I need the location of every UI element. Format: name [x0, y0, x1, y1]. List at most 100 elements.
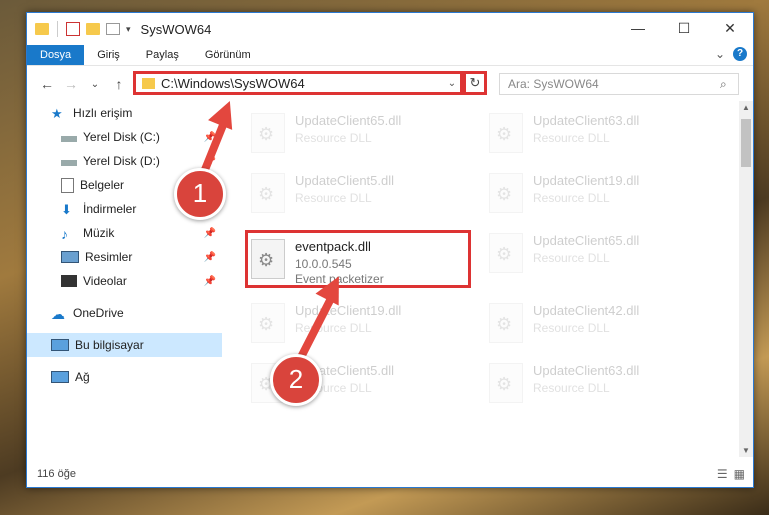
nav-item-videos[interactable]: Videolar 📌	[27, 269, 222, 293]
address-path[interactable]: C:\Windows\SysWOW64	[161, 76, 444, 91]
window-controls: — ☐ ✕	[615, 13, 753, 43]
ribbon-expand-icon[interactable]: ⌄	[715, 47, 725, 61]
tab-view[interactable]: Görünüm	[192, 45, 264, 65]
navigation-bar: ← → ⌄ ↑ C:\Windows\SysWOW64 ⌄ ↻ Ara: Sys…	[27, 66, 753, 102]
file-tile[interactable]: UpdateClient19.dll Resource DLL	[247, 299, 467, 349]
file-name: UpdateClient63.dll	[533, 113, 640, 128]
nav-item-label: Müzik	[83, 226, 115, 240]
address-dropdown-icon[interactable]: ⌄	[444, 78, 460, 89]
pin-icon: 📌	[203, 227, 216, 239]
scrollbar-thumb[interactable]	[741, 119, 751, 167]
computer-icon	[51, 339, 69, 351]
file-tile[interactable]: UpdateClient65.dll Resource DLL	[247, 109, 467, 159]
close-button[interactable]: ✕	[707, 13, 753, 43]
drive-icon	[61, 136, 77, 142]
file-tile[interactable]: UpdateClient63.dll Resource DLL	[485, 109, 705, 159]
step-badge-1: 1	[174, 168, 226, 220]
large-icons-view-icon[interactable]: ▦	[734, 467, 745, 481]
dll-file-icon	[489, 113, 523, 153]
navigation-pane: ★ Hızlı erişim Yerel Disk (C:) 📌 Yerel D…	[27, 101, 222, 457]
ribbon-tabs: Dosya Giriş Paylaş Görünüm ⌄ ?	[27, 45, 753, 66]
details-view-icon[interactable]: ☰	[717, 467, 728, 481]
view-switcher: ☰ ▦	[717, 467, 745, 481]
tab-share[interactable]: Paylaş	[133, 45, 192, 65]
document-icon	[61, 177, 74, 193]
customize-toolbar-icon[interactable]	[106, 23, 120, 35]
dll-file-icon	[489, 173, 523, 213]
toolbar-dropdown-icon[interactable]: ▾	[126, 24, 131, 35]
nav-item-label: Resimler	[85, 250, 133, 264]
file-type: Resource DLL	[295, 131, 372, 145]
file-type: Resource DLL	[533, 321, 610, 335]
file-name: UpdateClient63.dll	[533, 363, 640, 378]
download-icon: ⬇	[61, 202, 72, 217]
nav-item-this-pc[interactable]: Bu bilgisayar	[27, 333, 222, 357]
file-name: UpdateClient19.dll	[295, 303, 402, 318]
network-icon	[51, 371, 69, 383]
nav-item-pictures[interactable]: Resimler 📌	[27, 245, 222, 269]
scroll-up-icon[interactable]: ▲	[739, 103, 753, 112]
nav-item-label: Yerel Disk (C:)	[83, 130, 160, 144]
file-type: Resource DLL	[533, 131, 610, 145]
scroll-down-icon[interactable]: ▼	[739, 446, 753, 455]
picture-icon	[61, 251, 79, 263]
help-icon[interactable]: ?	[733, 47, 747, 61]
properties-icon[interactable]	[66, 22, 80, 36]
file-type: Resource DLL	[295, 191, 372, 205]
separator	[57, 21, 58, 37]
recent-locations-icon[interactable]: ⌄	[85, 79, 105, 90]
eventpack-highlight-box	[245, 230, 471, 288]
explorer-window: ▾ SysWOW64 — ☐ ✕ Dosya Giriş Paylaş Görü…	[26, 12, 754, 488]
cloud-icon: ☁	[51, 306, 65, 322]
item-count: 116 öğe	[37, 468, 76, 480]
quick-access-toolbar: ▾	[27, 21, 131, 37]
back-button[interactable]: ←	[37, 76, 57, 92]
title-bar: ▾ SysWOW64 — ☐ ✕	[27, 13, 753, 45]
nav-item-label: Bu bilgisayar	[75, 338, 144, 352]
file-name: UpdateClient65.dll	[295, 113, 402, 128]
nav-item-label: Videolar	[83, 274, 127, 288]
tab-home[interactable]: Giriş	[84, 45, 133, 65]
refresh-button[interactable]: ↻	[463, 71, 487, 95]
file-tile[interactable]: UpdateClient42.dll Resource DLL	[485, 299, 705, 349]
address-bar[interactable]: C:\Windows\SysWOW64 ⌄	[133, 71, 463, 95]
nav-item-local-disk-c[interactable]: Yerel Disk (C:) 📌	[27, 125, 222, 149]
tab-file[interactable]: Dosya	[27, 45, 85, 65]
nav-item-quick-access[interactable]: ★ Hızlı erişim	[27, 101, 222, 125]
music-icon: ♪	[61, 226, 68, 242]
video-icon	[61, 275, 77, 287]
dll-file-icon	[489, 233, 523, 273]
dll-file-icon	[489, 303, 523, 343]
ribbon-controls: ⌄ ?	[715, 47, 747, 61]
dll-file-icon	[251, 113, 285, 153]
file-tile[interactable]: UpdateClient63.dll Resource DLL	[485, 359, 705, 409]
new-folder-icon[interactable]	[86, 23, 100, 35]
nav-item-music[interactable]: ♪ Müzik 📌	[27, 221, 222, 245]
window-title: SysWOW64	[140, 21, 212, 37]
status-bar: 116 öğe ☰ ▦	[27, 461, 753, 487]
up-button[interactable]: ↑	[109, 76, 129, 92]
forward-button[interactable]: →	[61, 76, 81, 92]
nav-item-label: Yerel Disk (D:)	[83, 154, 160, 168]
file-type: Resource DLL	[533, 381, 610, 395]
pin-icon: 📌	[203, 275, 216, 287]
drive-icon	[61, 160, 77, 166]
nav-item-label: Belgeler	[80, 178, 125, 192]
pin-icon: 📌	[203, 251, 216, 263]
step-badge-2: 2	[270, 354, 322, 406]
nav-item-network[interactable]: Ağ	[27, 365, 222, 389]
dll-file-icon	[489, 363, 523, 403]
search-box[interactable]: Ara: SysWOW64 ⌕	[499, 73, 739, 95]
nav-item-onedrive[interactable]: ☁ OneDrive	[27, 301, 222, 325]
file-tile[interactable]: UpdateClient65.dll Resource DLL	[485, 229, 705, 279]
file-tile[interactable]: UpdateClient19.dll Resource DLL	[485, 169, 705, 219]
vertical-scrollbar[interactable]: ▲ ▼	[739, 101, 753, 457]
file-tile[interactable]: UpdateClient5.dll Resource DLL	[247, 169, 467, 219]
minimize-button[interactable]: —	[615, 13, 661, 43]
search-icon[interactable]: ⌕	[720, 77, 738, 92]
file-name: UpdateClient65.dll	[533, 233, 640, 248]
dll-file-icon	[251, 173, 285, 213]
file-name: UpdateClient19.dll	[533, 173, 640, 188]
search-input[interactable]: Ara: SysWOW64	[508, 77, 720, 91]
maximize-button[interactable]: ☐	[661, 13, 707, 43]
